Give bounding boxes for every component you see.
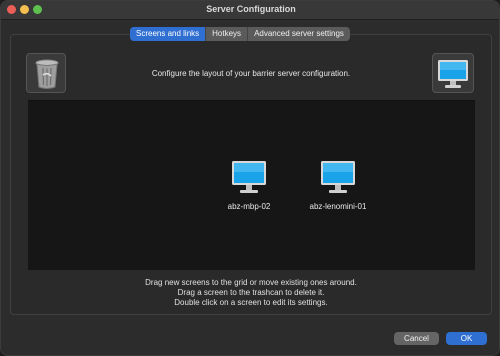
monitor-icon bbox=[321, 161, 355, 193]
server-configuration-window: Server Configuration Screens and links H… bbox=[0, 0, 500, 356]
help-line: Drag a screen to the trashcan to delete … bbox=[177, 288, 325, 297]
window-title: Server Configuration bbox=[206, 4, 296, 14]
ok-button[interactable]: OK bbox=[446, 332, 487, 345]
help-text: Drag new screens to the grid or move exi… bbox=[1, 278, 499, 308]
instruction-text: Configure the layout of your barrier ser… bbox=[151, 69, 351, 78]
monitor-icon bbox=[232, 161, 266, 193]
help-line: Double click on a screen to edit its set… bbox=[174, 298, 328, 307]
screen-name-label: abz-lenomini-01 bbox=[309, 202, 367, 211]
screen-layout-grid[interactable]: abz-mbp-02 abz-lenomini-01 bbox=[28, 100, 475, 270]
screen-tile[interactable]: abz-lenomini-01 bbox=[303, 160, 373, 211]
tab-advanced-server-settings[interactable]: Advanced server settings bbox=[248, 27, 350, 41]
tab-screens-and-links[interactable]: Screens and links bbox=[130, 27, 207, 41]
cancel-button[interactable]: Cancel bbox=[394, 332, 439, 345]
help-line: Drag new screens to the grid or move exi… bbox=[145, 278, 357, 287]
screen-tile[interactable]: abz-mbp-02 bbox=[214, 160, 284, 211]
screen-name-label: abz-mbp-02 bbox=[227, 202, 271, 211]
title-bar[interactable]: Server Configuration bbox=[1, 1, 499, 20]
tab-hotkeys[interactable]: Hotkeys bbox=[206, 27, 249, 41]
tab-bar: Screens and links Hotkeys Advanced serve… bbox=[130, 27, 350, 41]
